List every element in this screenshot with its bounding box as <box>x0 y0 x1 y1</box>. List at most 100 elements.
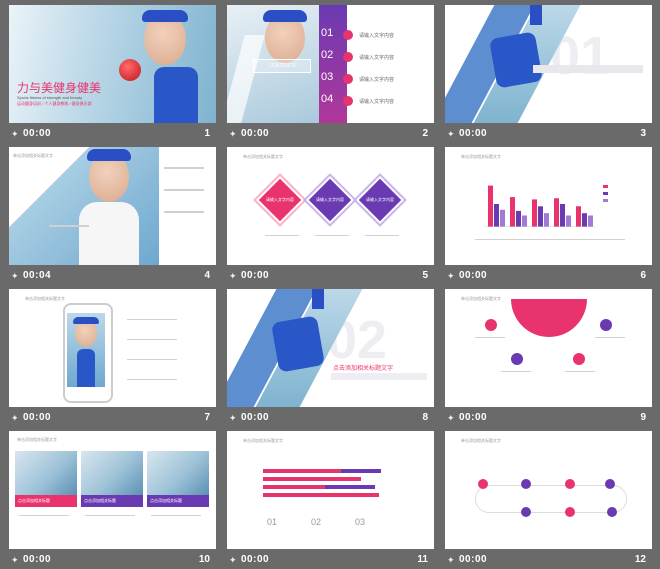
slide-status-bar: ✦ 00:00 10 <box>9 552 216 569</box>
slide-number: 3 <box>640 128 646 139</box>
headband <box>530 5 542 25</box>
slide-number: 9 <box>640 412 646 423</box>
text-line <box>365 235 399 236</box>
slide-timing: 00:00 <box>459 270 488 281</box>
slide-preview[interactable]: CONTENTS 01 02 03 04 请输入文字内容 请输入文字内容 请输入… <box>227 5 434 123</box>
slide-status-bar: ✦ 00:00 2 <box>227 126 434 143</box>
slide-preview[interactable]: 01 <box>445 5 652 123</box>
tools-icon <box>343 74 353 84</box>
slide-heading: 单击添加相关标题文字 <box>25 296 65 301</box>
section-title: 点击添加相关标题文字 <box>333 366 394 372</box>
item-number-4: 04 <box>321 93 334 105</box>
card-icon <box>605 479 615 489</box>
slide-thumb-2[interactable]: CONTENTS 01 02 03 04 请输入文字内容 请输入文字内容 请输入… <box>227 5 434 143</box>
transition-icon: ✦ <box>447 555 455 565</box>
slide-preview[interactable]: 单击添加相关标题文字 <box>445 147 652 265</box>
slide-status-bar: ✦ 00:00 11 <box>227 552 434 569</box>
chart-bar <box>538 206 543 227</box>
woman-photo <box>489 31 543 89</box>
progress-bar <box>325 485 375 489</box>
slide-number: 7 <box>204 412 210 423</box>
text-line <box>164 167 204 169</box>
transition-icon: ✦ <box>11 129 19 139</box>
slide-preview[interactable]: 单击添加相关标题文字 请输入文字内容 请输入文字内容 请输入文字内容 <box>227 147 434 265</box>
text-line <box>19 515 69 516</box>
chart-bar <box>582 213 587 227</box>
slide-thumb-7[interactable]: 单击添加相关标题文字 ✦ 00:00 7 <box>9 289 216 427</box>
slide-preview[interactable]: 力与美健身健美 Sports fitness of strength and b… <box>9 5 216 123</box>
search-icon <box>565 479 575 489</box>
transition-icon: ✦ <box>229 413 237 423</box>
slide-thumb-6[interactable]: 单击添加相关标题文字 ✦ 00:00 6 <box>445 147 652 285</box>
chart-bar <box>576 206 581 227</box>
headband <box>73 317 99 324</box>
slide-preview[interactable]: 单击添加相关标题文字 <box>445 431 652 549</box>
slide-timing: 00:00 <box>241 412 270 423</box>
text-line <box>151 515 201 516</box>
dollar-icon <box>511 353 523 365</box>
slide-heading: 单击添加相关标题文字 <box>243 154 283 159</box>
bar-chart <box>485 185 595 227</box>
slide-number: 1 <box>204 128 210 139</box>
text-line <box>127 339 177 340</box>
woman-photo <box>271 315 325 373</box>
slide-number: 6 <box>640 270 646 281</box>
transition-icon: ✦ <box>229 555 237 565</box>
legend-swatch <box>603 185 608 188</box>
slide-thumb-5[interactable]: 单击添加相关标题文字 请输入文字内容 请输入文字内容 请输入文字内容 ✦ 00:… <box>227 147 434 285</box>
apple-icon <box>119 59 141 81</box>
slide-preview[interactable]: 单击添加相关标题文字 <box>445 289 652 407</box>
slide-number: 2 <box>422 128 428 139</box>
slide-heading: 单击添加相关标题文字 <box>461 438 501 443</box>
slide-thumb-9[interactable]: 单击添加相关标题文字 ✦ 00:00 9 <box>445 289 652 427</box>
slide-number: 5 <box>422 270 428 281</box>
card-title: 点击添加相关标题 <box>15 495 77 507</box>
slide-timing: 00:00 <box>241 128 270 139</box>
text-line <box>127 319 177 320</box>
slide-timing: 00:00 <box>459 554 488 565</box>
slide-preview[interactable]: 单击添加相关标题文字 <box>9 289 216 407</box>
slide-thumb-3[interactable]: 01 ✦ 00:00 3 <box>445 5 652 143</box>
text-line <box>164 211 204 213</box>
slide-preview[interactable]: 单击添加相关标题文字 01 02 03 <box>227 431 434 549</box>
heart-icon <box>485 319 497 331</box>
slide-preview[interactable]: 单击添加相关标题文字 <box>9 147 216 265</box>
step-number: 01 <box>267 517 278 527</box>
slide-thumb-10[interactable]: 单击添加相关标题文字 点击添加相关标题 点击添加相关标题 点击添加相关标题 ✦ … <box>9 431 216 569</box>
transition-icon: ✦ <box>447 129 455 139</box>
transition-icon: ✦ <box>447 271 455 281</box>
home-icon <box>573 353 585 365</box>
item-number-1: 01 <box>321 27 334 39</box>
diamond-label: 请输入文字内容 <box>366 197 394 202</box>
slide-timing: 00:00 <box>241 554 270 565</box>
rocket-icon <box>607 507 617 517</box>
diamond-label: 请输入文字内容 <box>316 197 344 202</box>
slide-timing: 00:00 <box>23 554 52 565</box>
card-title: 点击添加相关标题 <box>81 495 143 507</box>
slide-preview[interactable]: 02 点击添加相关标题文字 <box>227 289 434 407</box>
slide-timing: 00:00 <box>459 412 488 423</box>
slide-thumb-4[interactable]: 单击添加相关标题文字 ✦ 00:04 4 <box>9 147 216 285</box>
transition-icon: ✦ <box>447 413 455 423</box>
slide-preview[interactable]: 单击添加相关标题文字 点击添加相关标题 点击添加相关标题 点击添加相关标题 <box>9 431 216 549</box>
text-line <box>565 371 595 372</box>
chart-bar <box>588 215 593 227</box>
headband <box>263 10 307 22</box>
slide-status-bar: ✦ 00:00 6 <box>445 268 652 285</box>
item-label: 请输入文字内容 <box>359 99 395 105</box>
progress-bar <box>263 493 379 497</box>
slide-thumb-8[interactable]: 02 点击添加相关标题文字 ✦ 00:00 8 <box>227 289 434 427</box>
slide-thumb-11[interactable]: 单击添加相关标题文字 01 02 03 ✦ 00:00 11 <box>227 431 434 569</box>
slide-status-bar: ✦ 00:00 12 <box>445 552 652 569</box>
chart-bar <box>532 199 537 227</box>
slide-status-bar: ✦ 00:04 4 <box>9 268 216 285</box>
text-line <box>501 371 531 372</box>
step-number: 02 <box>311 517 322 527</box>
contents-label: CONTENTS <box>253 59 311 73</box>
semicircle <box>511 299 587 337</box>
slide-status-bar: ✦ 00:00 1 <box>9 126 216 143</box>
user-icon <box>478 479 488 489</box>
slide-thumb-12[interactable]: 单击添加相关标题文字 ✦ 00:00 12 <box>445 431 652 569</box>
slide-thumb-1[interactable]: 力与美健身健美 Sports fitness of strength and b… <box>9 5 216 143</box>
item-number-3: 03 <box>321 71 334 83</box>
